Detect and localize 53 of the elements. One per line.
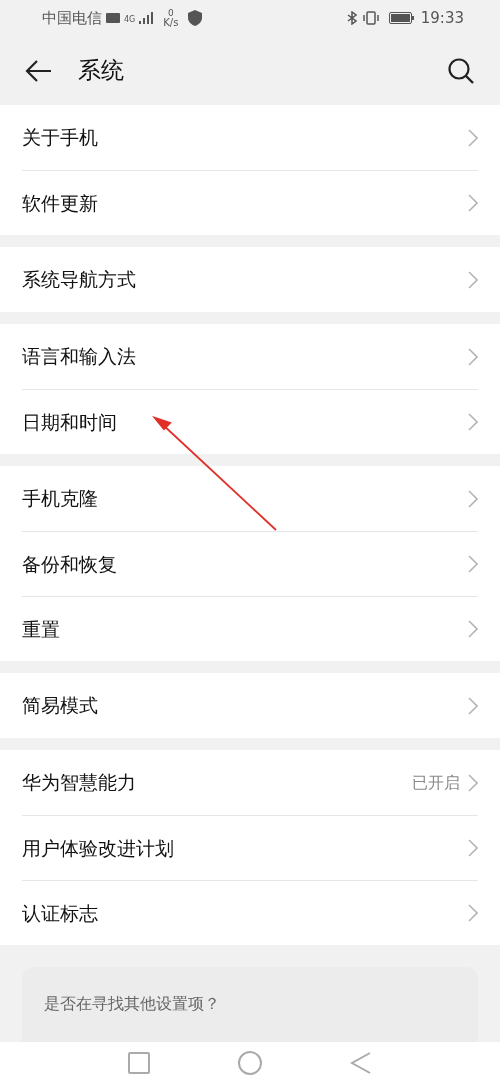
bluetooth-icon (346, 11, 357, 25)
item-label: 认证标志 (22, 900, 99, 926)
clock-time: 19:33 (420, 7, 464, 29)
settings-item[interactable]: 软件更新 (22, 170, 478, 235)
settings-item[interactable]: 简易模式 (22, 673, 478, 738)
chevron-icon (468, 620, 478, 638)
chevron-icon (468, 839, 478, 857)
chevron-icon (468, 773, 478, 792)
page-title: 系统 (78, 56, 124, 86)
vibrate-icon (362, 11, 379, 25)
speed-value: 0 (168, 8, 174, 18)
item-label: 关于手机 (22, 125, 99, 151)
home-icon[interactable] (238, 1051, 262, 1075)
settings-item[interactable]: 认证标志 (22, 880, 478, 945)
chevron-icon (468, 347, 478, 366)
battery-icon (388, 12, 415, 24)
settings-item[interactable]: 华为智慧能力 已开启 (22, 750, 478, 815)
settings-item[interactable]: 手机克隆 (22, 466, 478, 531)
search-button[interactable] (446, 55, 476, 86)
chevron-icon (468, 413, 478, 431)
settings-item[interactable]: 关于手机 (22, 105, 478, 170)
item-value: 已开启 (412, 771, 460, 794)
network-type: 4G (124, 15, 136, 24)
chevron-icon (468, 555, 478, 573)
item-label: 手机克隆 (22, 486, 99, 512)
item-label: 备份和恢复 (22, 551, 118, 577)
suggestion-text: 是否在寻找其他设置项？ (44, 994, 220, 1013)
settings-item[interactable]: 重置 (22, 596, 478, 661)
speed-unit: K/s (163, 17, 179, 28)
recents-icon[interactable] (128, 1052, 150, 1074)
shield-icon (188, 10, 203, 26)
item-label: 软件更新 (22, 190, 99, 216)
chevron-icon (468, 489, 478, 508)
chevron-icon (468, 696, 478, 715)
item-label: 语言和输入法 (22, 344, 137, 370)
chevron-icon (468, 904, 478, 922)
item-label: 简易模式 (22, 693, 99, 719)
carrier-name: 中国电信 (42, 7, 102, 29)
settings-item[interactable]: 语言和输入法 (22, 324, 478, 389)
settings-item[interactable]: 系统导航方式 (22, 247, 478, 312)
signal-icon (139, 12, 154, 24)
item-label: 用户体验改进计划 (22, 835, 175, 861)
chevron-icon (468, 270, 478, 289)
hd-icon (106, 13, 120, 23)
settings-item[interactable]: 用户体验改进计划 (22, 815, 478, 880)
item-label: 日期和时间 (22, 409, 118, 435)
settings-item[interactable]: 备份和恢复 (22, 531, 478, 596)
back-icon[interactable] (350, 1051, 372, 1075)
chevron-icon (468, 128, 478, 147)
item-label: 华为智慧能力 (22, 770, 137, 796)
chevron-icon (468, 194, 478, 212)
item-label: 重置 (22, 616, 61, 642)
item-label: 系统导航方式 (22, 267, 137, 293)
